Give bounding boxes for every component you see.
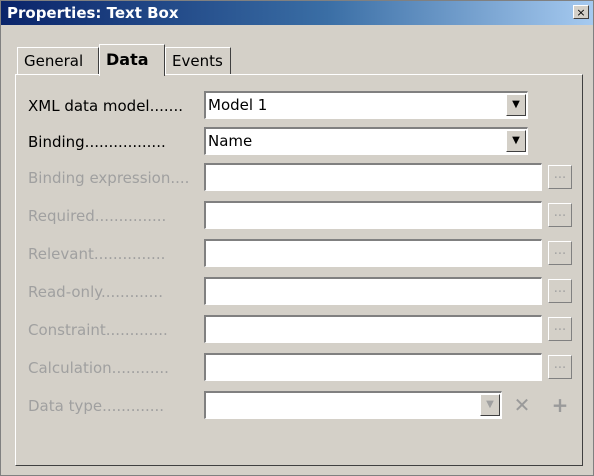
row-read-only: Read-only............. ... (16, 277, 582, 307)
read-only-label: Read-only............. (28, 283, 163, 301)
xml-data-model-value: Model 1 (208, 96, 268, 114)
tab-events[interactable]: Events (165, 47, 231, 75)
row-binding-expression: Binding expression.... ... (16, 163, 582, 193)
binding-value: Name (208, 132, 253, 150)
calculation-browse-button[interactable]: ... (548, 355, 572, 379)
tab-data[interactable]: Data (99, 44, 165, 76)
required-browse-button[interactable]: ... (548, 203, 572, 227)
delete-icon[interactable]: ✕ (510, 393, 534, 417)
binding-expression-label: Binding expression.... (28, 169, 190, 187)
binding-expression-browse-button[interactable]: ... (548, 165, 572, 189)
row-calculation: Calculation............ ... (16, 353, 582, 383)
data-tab-panel: XML data model....... Model 1 ▼ Binding.… (15, 74, 583, 466)
required-input[interactable] (204, 201, 542, 229)
xml-data-model-select[interactable]: Model 1 ▼ (204, 91, 528, 119)
read-only-browse-button[interactable]: ... (548, 279, 572, 303)
required-label: Required............... (28, 207, 167, 225)
binding-select[interactable]: Name ▼ (204, 127, 528, 155)
binding-expression-input[interactable] (204, 163, 542, 191)
row-data-type: Data type............. ▼ ✕ + (16, 391, 582, 421)
calculation-input[interactable] (204, 353, 542, 381)
constraint-input[interactable] (204, 315, 542, 343)
calculation-label: Calculation............ (28, 359, 169, 377)
constraint-label: Constraint............. (28, 321, 168, 339)
row-constraint: Constraint............. ... (16, 315, 582, 345)
chevron-down-icon[interactable]: ▼ (506, 130, 526, 152)
add-icon[interactable]: + (548, 393, 572, 417)
properties-dialog: Properties: Text Box × General Data Even… (0, 0, 594, 476)
tab-general[interactable]: General (17, 47, 99, 75)
chevron-down-icon[interactable]: ▼ (506, 94, 526, 116)
window-title: Properties: Text Box (7, 4, 179, 22)
title-bar[interactable]: Properties: Text Box × (1, 1, 593, 25)
tab-data-label: Data (106, 50, 149, 69)
row-required: Required............... ... (16, 201, 582, 231)
data-type-label: Data type............. (28, 397, 165, 415)
row-binding: Binding................. Name ▼ (16, 127, 582, 157)
close-icon: × (576, 6, 586, 19)
read-only-input[interactable] (204, 277, 542, 305)
xml-data-model-label: XML data model....... (28, 97, 183, 115)
tab-events-label: Events (172, 52, 223, 70)
constraint-browse-button[interactable]: ... (548, 317, 572, 341)
binding-label: Binding................. (28, 133, 166, 151)
row-relevant: Relevant............... ... (16, 239, 582, 269)
chevron-down-icon[interactable]: ▼ (480, 394, 500, 416)
relevant-browse-button[interactable]: ... (548, 241, 572, 265)
data-type-select[interactable]: ▼ (204, 391, 502, 419)
close-button[interactable]: × (573, 5, 589, 19)
row-xml-data-model: XML data model....... Model 1 ▼ (16, 91, 582, 121)
relevant-label: Relevant............... (28, 245, 166, 263)
relevant-input[interactable] (204, 239, 542, 267)
tab-general-label: General (24, 52, 84, 70)
